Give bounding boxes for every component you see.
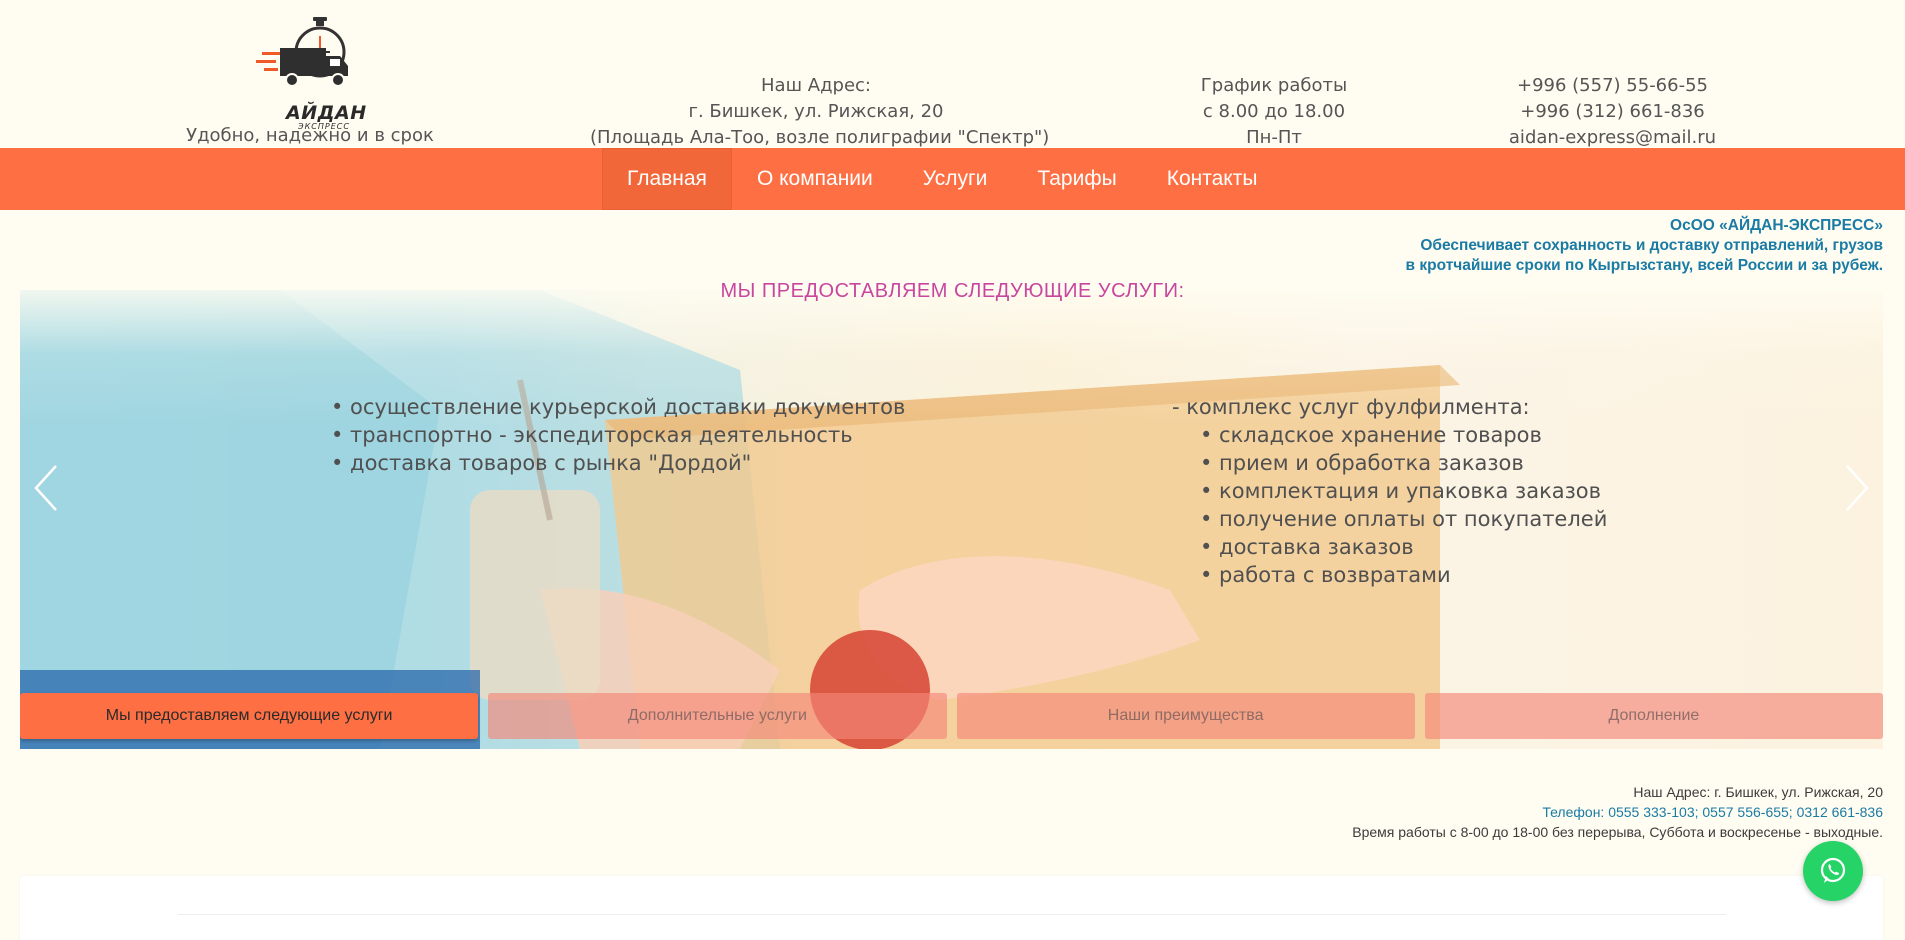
hours-title: График работы xyxy=(1200,75,1348,96)
delivery-truck-icon xyxy=(256,17,348,87)
hours-time: с 8.00 до 18.00 xyxy=(1202,101,1346,122)
fulfillment-heading: - комплекс услуг фулфилмента: xyxy=(1172,395,1530,419)
address-line: г. Бишкек, ул. Рижская, 20 xyxy=(688,101,944,122)
nav-item-contacts[interactable]: Контакты xyxy=(1142,148,1283,210)
nav-item-about[interactable]: О компании xyxy=(732,148,898,210)
service-item: • работа с возвратами xyxy=(1200,563,1451,587)
service-item: • осуществление курьерской доставки доку… xyxy=(331,395,906,419)
slider-tabs: Мы предоставляем следующие услуги Дополн… xyxy=(20,693,1883,739)
chevron-left-icon xyxy=(34,465,57,511)
service-item: • доставка товаров с рынка "Дордой" xyxy=(331,451,752,475)
services-list-right: - комплекс услуг фулфилмента: • складско… xyxy=(1172,393,1607,589)
slider-tab-services[interactable]: Мы предоставляем следующие услуги xyxy=(20,693,479,739)
service-item: • складское хранение товаров xyxy=(1200,423,1542,447)
nav-item-tariffs[interactable]: Тарифы xyxy=(1012,148,1141,210)
nav-item-home[interactable]: Главная xyxy=(602,148,732,210)
header-contacts: +996 (557) 55-66-55 +996 (312) 661-836 a… xyxy=(1490,73,1735,151)
company-desc-1: Обеспечивает сохранность и доставку отпр… xyxy=(1420,237,1883,254)
service-item: • транспортно - экспедиторская деятельно… xyxy=(331,423,853,447)
whatsapp-icon xyxy=(1820,857,1846,883)
phone-link-1[interactable]: +996 (557) 55-66-55 xyxy=(1490,73,1735,99)
nav-menu: Главная О компании Услуги Тарифы Контакт… xyxy=(602,148,1282,210)
divider xyxy=(178,914,1726,915)
logo[interactable]: АЙДАН ЭКСПРЕСС xyxy=(256,14,367,131)
company-desc-2: в кротчайшие сроки по Кыргызстану, всей … xyxy=(1405,257,1883,274)
nav-item-services[interactable]: Услуги xyxy=(898,148,1013,210)
main-nav: Главная О компании Услуги Тарифы Контакт… xyxy=(0,148,1905,210)
header-hours: График работы с 8.00 до 18.00 Пн-Пт xyxy=(1160,73,1388,151)
address-title: Наш Адрес: xyxy=(761,75,871,96)
whatsapp-button[interactable] xyxy=(1803,841,1863,901)
service-item: • доставка заказов xyxy=(1200,535,1414,559)
service-item: • получение оплаты от покупателей xyxy=(1200,507,1608,531)
footer-hours: Время работы с 8-00 до 18-00 без перерыв… xyxy=(1352,824,1883,840)
slider-tab-advantages[interactable]: Наши преимущества xyxy=(956,693,1415,739)
company-name: ОсОО «АЙДАН-ЭКСПРЕСС» xyxy=(1670,217,1883,234)
slider-tab-supplement[interactable]: Дополнение xyxy=(1424,693,1883,739)
slider-next-button[interactable] xyxy=(1837,458,1877,518)
phone-link-2[interactable]: +996 (312) 661-836 xyxy=(1490,99,1735,125)
service-item: • прием и обработка заказов xyxy=(1200,451,1524,475)
site-header: АЙДАН ЭКСПРЕСС Удобно, надежно и в срок … xyxy=(0,0,1905,148)
bottom-section xyxy=(20,876,1883,940)
footer-info: Наш Адрес: г. Бишкек, ул. Рижская, 20 Те… xyxy=(1352,782,1883,842)
chevron-right-icon xyxy=(1846,465,1869,511)
footer-phones[interactable]: Телефон: 0555 333-103; 0557 556-655; 031… xyxy=(1352,802,1883,822)
footer-address: Наш Адрес: г. Бишкек, ул. Рижская, 20 xyxy=(1633,784,1883,800)
service-item: • комплектация и упаковка заказов xyxy=(1200,479,1602,503)
logo-name: АЙДАН xyxy=(286,102,367,124)
services-slider: • осуществление курьерской доставки доку… xyxy=(20,290,1883,749)
slider-prev-button[interactable] xyxy=(26,458,66,518)
slider-tab-additional-services[interactable]: Дополнительные услуги xyxy=(488,693,947,739)
header-address: Наш Адрес: г. Бишкек, ул. Рижская, 20 (П… xyxy=(590,73,1049,151)
services-list-left: • осуществление курьерской доставки доку… xyxy=(331,393,905,477)
company-blurb: ОсОО «АЙДАН-ЭКСПРЕСС» Обеспечивает сохра… xyxy=(1406,216,1883,276)
services-title: МЫ ПРЕДОСТАВЛЯЕМ СЛЕДУЮЩИЕ УСЛУГИ: xyxy=(720,280,1185,302)
slogan: Удобно, надежно и в срок xyxy=(186,125,434,146)
